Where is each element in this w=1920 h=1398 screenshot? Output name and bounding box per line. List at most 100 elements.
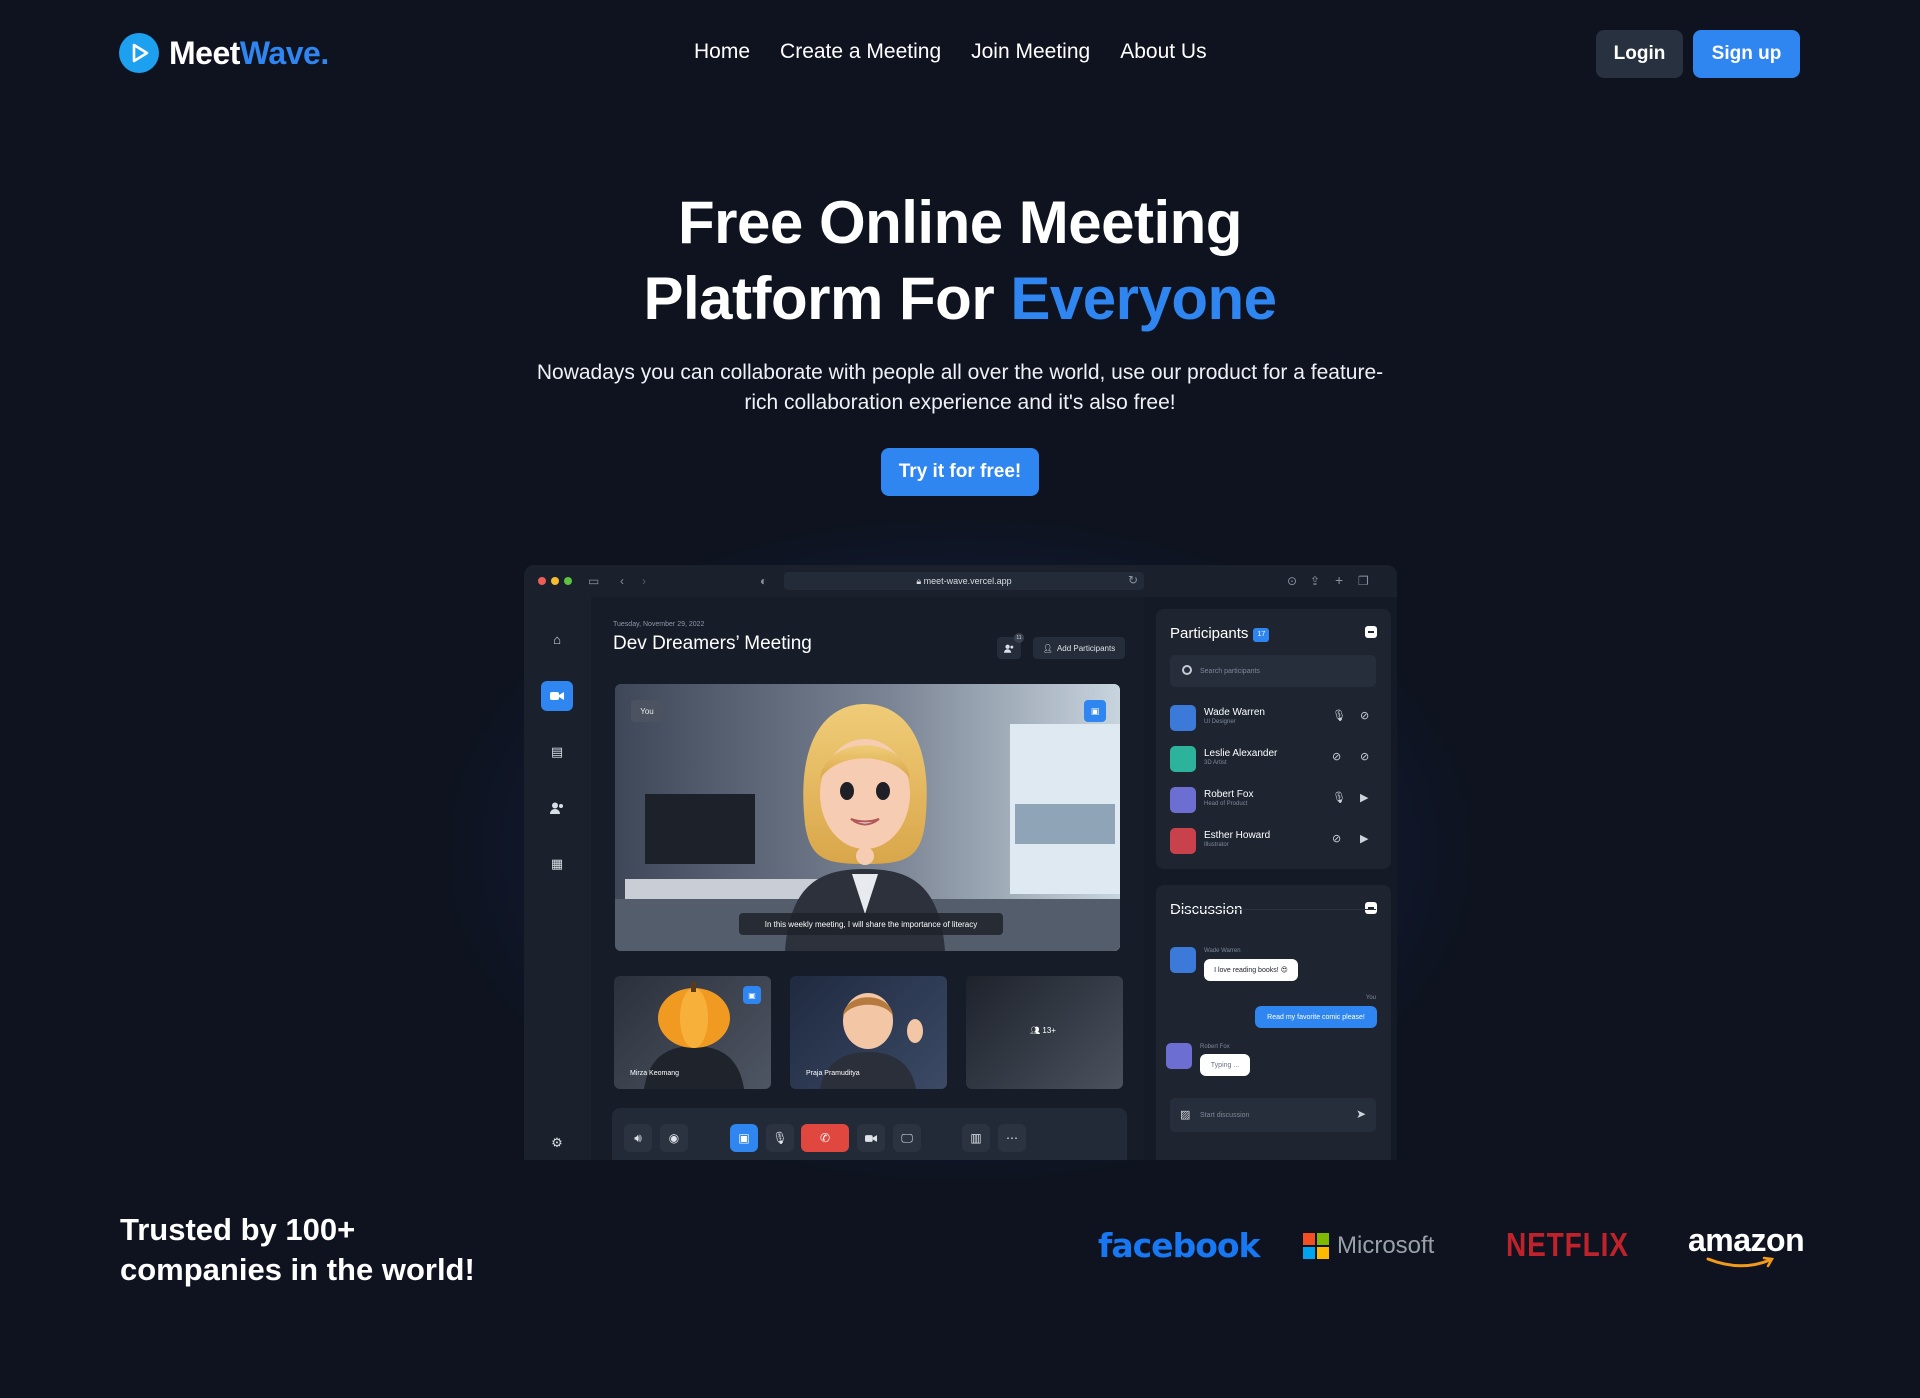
brand-name-part2: Wave. [239,34,329,71]
participants-button: 11 [997,633,1024,659]
meeting-date: Tuesday, November 29, 2022 [613,621,705,628]
close-dot [538,577,546,585]
brand-name: MeetWave. [169,35,329,72]
login-button[interactable]: Login [1596,30,1683,78]
add-participants-label: Add Participants [1056,643,1116,653]
participant-row: Robert Fox Head of Product 🎙︎ ▶ [1170,785,1376,815]
chat-bubble: Typing ... [1200,1054,1250,1076]
screen-share-icon: 🖵︎ [893,1124,921,1152]
minimize-icon [1365,626,1377,638]
url-text: meet-wave.vercel.app [923,576,1012,586]
reload-icon: ↻ [1128,573,1139,587]
participant-role: UI Designer [1204,719,1236,725]
nav-link-home[interactable]: Home [694,40,750,64]
camera-on-icon: ▶ [1360,833,1369,845]
image-attach-icon: ▨ [1180,1109,1191,1121]
microsoft-wordmark: Microsoft [1337,1232,1435,1259]
participant-name: Wade Warren [1204,707,1265,718]
forward-icon: › [642,574,646,588]
search-icon [1182,665,1192,675]
discussion-panel: Discussion Wade Warren I love reading bo… [1156,885,1391,1160]
camera-icon [857,1124,885,1152]
maximize-dot [564,577,572,585]
main-video: You ▣ In this weekly meeting, I will sha… [615,684,1120,951]
call-controls: 🔊︎ ◉ ▣ 🎙︎ ✆ 🖵︎ ▥ ⋯ [612,1108,1127,1160]
participant-row: Esther Howard Illustrator ⊘ ▶ [1170,826,1376,856]
avatar [1166,1043,1192,1069]
home-icon: ⌂ [553,631,561,647]
sidebar-toggle-icon: ▭ [588,574,600,588]
camera-on-icon: ▶ [1360,792,1369,804]
camera-off-icon: ⊘ [1360,751,1370,763]
nav-link-about-us[interactable]: About Us [1120,40,1206,64]
search-placeholder: Search participants [1200,667,1260,675]
amazon-wordmark: amazon [1688,1222,1805,1258]
participant-role: Illustrator [1204,842,1229,848]
tabs-icon: ❐ [1358,574,1369,588]
netflix-logo: NETFLIX [1506,1226,1629,1263]
browser-toolbar: ▭ ‹ › ◐ 🔒︎ meet-wave.vercel.app ↻ ⊙ ⇪ + … [524,565,1397,597]
share-icon: ⇪ [1310,574,1321,588]
record-icon: ◉ [660,1124,688,1152]
mic-on-icon: 🎙︎ [1332,792,1346,804]
nav-link-join-meeting[interactable]: Join Meeting [971,40,1090,64]
mic-off-icon: ⊘ [1332,751,1342,763]
participant-row: Leslie Alexander 3D Artist ⊘ ⊘ [1170,744,1376,774]
meeting-title: Dev Dreamers’ Meeting [613,633,812,654]
room-background-image [615,684,1120,951]
hero-title-line1: Free Online Meeting [678,189,1242,256]
participant-name: Robert Fox [1204,789,1254,800]
captions-icon: ▣ [730,1124,758,1152]
chat-bubble: Read my favorite comic please! [1255,1006,1377,1028]
search-participants-field: Search participants [1170,655,1376,687]
minimize-icon [1365,902,1377,914]
minimize-dot [551,577,559,585]
discussion-input: ▨ Start discussion ➤ [1170,1098,1376,1132]
chat-icon: ▤ [550,744,564,759]
live-caption: In this weekly meeting, I will share the… [739,913,1003,935]
avatar [1170,828,1196,854]
participant-row: Wade Warren UI Designer 🎙︎ ⊘ [1170,703,1376,733]
calendar-icon: ▦ [550,856,564,871]
hero-title-line2-plain: Platform For [643,265,1011,332]
brand-name-part1: Meet [169,34,240,71]
thumb-name-2: Praja Pramuditya [806,1070,860,1077]
you-tag: You [631,700,663,722]
add-user-icon: 👤︎ [1042,643,1053,653]
url-bar: 🔒︎ meet-wave.vercel.app [784,572,1144,590]
app-screen: ⌂ ▤ ▦ ⚙ Tuesday, November 29, 2022 Dev D… [524,597,1397,1160]
signup-button[interactable]: Sign up [1693,30,1800,78]
hero-title-line2: Platform For Everyone [0,261,1920,337]
brand-logo[interactable]: MeetWave. [119,33,329,73]
add-participants-button: 👤︎ Add Participants [1033,637,1125,659]
nav-link-create-meeting[interactable]: Create a Meeting [780,40,941,64]
video-thumb-2: Praja Pramuditya [790,976,947,1089]
chat-author: Robert Fox [1200,1044,1230,1050]
video-thumb-1: Mirza Keomang ▣ [614,976,771,1089]
avatar [1170,705,1196,731]
video-thumb-more: 👥︎ 13+ [966,976,1123,1089]
trusted-heading: Trusted by 100+ companies in the world! [120,1210,475,1290]
speaker-icon: 🔊︎ [624,1124,652,1152]
participant-role: Head of Product [1204,801,1248,807]
users-icon: 👥︎ [1030,1026,1041,1035]
avatar [1170,787,1196,813]
more-options-icon: ⋯ [998,1124,1026,1152]
try-free-button[interactable]: Try it for free! [881,448,1039,496]
new-tab-icon: + [1335,572,1344,588]
discussion-placeholder: Start discussion [1200,1111,1250,1119]
chat-badge-icon: ▣ [1084,700,1106,722]
mic-on-icon: 🎙︎ [1332,710,1346,722]
avatar [1170,947,1196,973]
chat-badge-icon: ▣ [743,986,761,1004]
more-participants-count: 👥︎ 13+ [1030,1026,1056,1035]
top-navbar: MeetWave. Home Create a Meeting Join Mee… [0,0,1920,108]
microsoft-logo: Microsoft [1303,1232,1434,1260]
nav-links: Home Create a Meeting Join Meeting About… [694,40,1207,64]
browser-mockup: ▭ ‹ › ◐ 🔒︎ meet-wave.vercel.app ↻ ⊙ ⇪ + … [524,565,1397,1160]
participants-panel: Participants 17 Search participants Wade … [1156,609,1391,869]
chat-bubble: I love reading books! 😍 [1204,959,1298,981]
lock-icon: 🔒︎ [916,576,922,586]
participant-name: Leslie Alexander [1204,748,1278,759]
play-logo-icon [119,33,159,73]
